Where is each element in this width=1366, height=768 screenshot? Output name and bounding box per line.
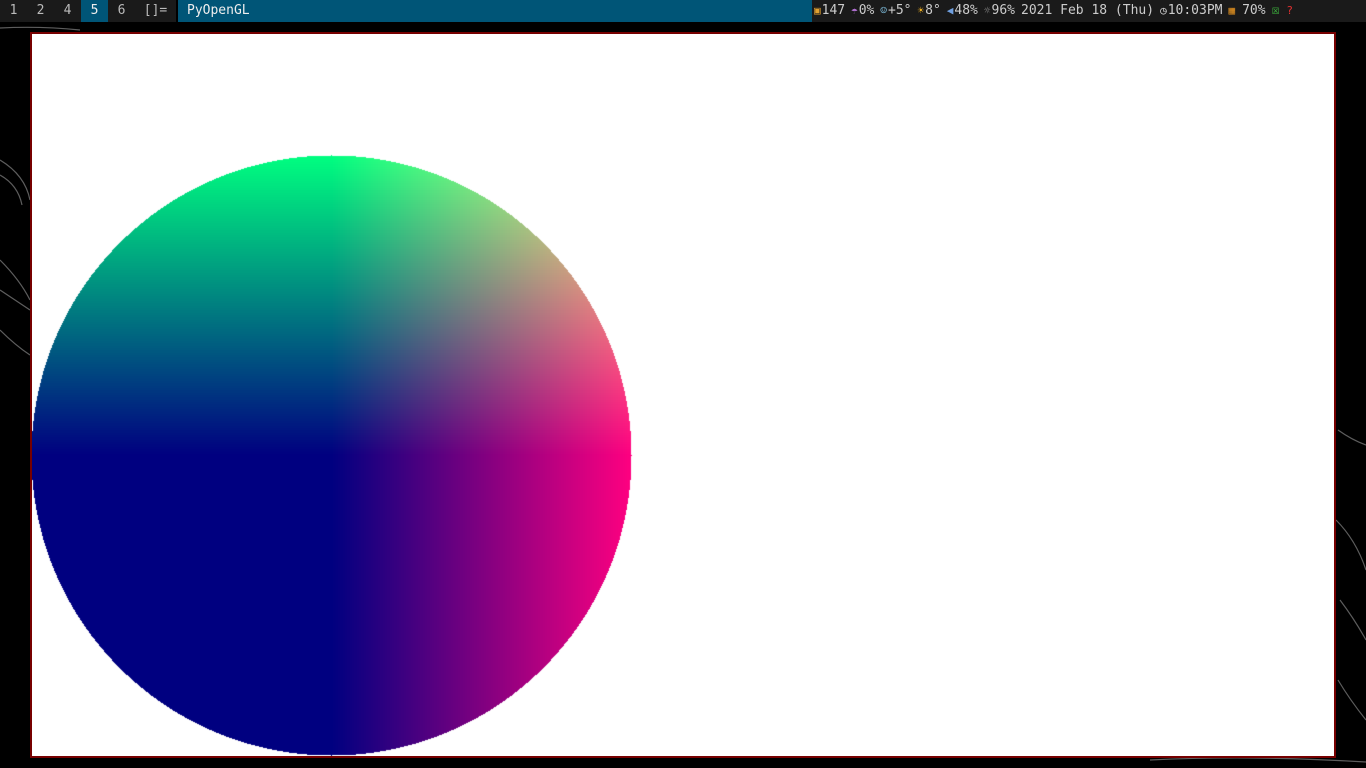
status-ok-indicator[interactable]: ☒ (1272, 0, 1281, 22)
help-indicator[interactable]: ? (1286, 0, 1294, 22)
weather-face-icon: ☺ (880, 4, 888, 17)
time-value: 10:03PM (1167, 3, 1223, 18)
window-title: PyOpenGL (178, 0, 812, 22)
tag-1[interactable]: 1 (0, 0, 27, 22)
rain-status: ☂ 0% (851, 0, 874, 22)
brightness-status[interactable]: ☼ 96% (984, 0, 1015, 22)
workspace-tags: 1 2 4 5 6 []= (0, 0, 176, 22)
packages-count: 147 (821, 3, 846, 18)
speaker-icon: ◀ (946, 4, 954, 17)
rain-value: 0% (858, 3, 875, 18)
wifi-signal-icon: ▦ (1228, 4, 1236, 17)
temperature-value: 8° (925, 3, 941, 18)
clock-icon: ◷ (1160, 4, 1167, 17)
date-value: 2021 Feb 18 (Thu) (1021, 3, 1155, 18)
time-status: ◷ 10:03PM (1160, 0, 1222, 22)
status-area: ▣ 147 ☂ 0% ☺ +5° ☀ 8° ◀ 48% ☼ 96% 2021 F… (812, 0, 1366, 22)
wifi-status[interactable]: ▦ 70% (1228, 0, 1265, 22)
gl-canvas[interactable] (32, 34, 1334, 756)
feels-like-status: ☺ +5° (880, 0, 911, 22)
brightness-value: 96% (991, 3, 1015, 18)
layout-indicator[interactable]: []= (135, 0, 176, 22)
umbrella-icon: ☂ (851, 4, 858, 17)
desktop: 1 2 4 5 6 []= PyOpenGL ▣ 147 ☂ 0% ☺ +5° (0, 0, 1366, 768)
date-status: 2021 Feb 18 (Thu) (1021, 0, 1154, 22)
temperature-status: ☀ 8° (918, 0, 941, 22)
packages-status: ▣ 147 (814, 0, 845, 22)
volume-value: 48% (954, 3, 978, 18)
wifi-value: 70% (1242, 3, 1266, 18)
tag-5[interactable]: 5 (81, 0, 108, 22)
question-icon: ? (1286, 4, 1294, 17)
tag-6[interactable]: 6 (108, 0, 135, 22)
sun-icon: ☀ (917, 4, 925, 17)
checkmark-box-icon: ☒ (1271, 3, 1280, 18)
package-icon: ▣ (814, 4, 821, 17)
top-bar: 1 2 4 5 6 []= PyOpenGL ▣ 147 ☂ 0% ☺ +5° (0, 0, 1366, 22)
tag-4[interactable]: 4 (54, 0, 81, 22)
pyopengl-window[interactable] (30, 32, 1336, 758)
brightness-icon: ☼ (983, 4, 991, 17)
feels-like-value: +5° (888, 3, 912, 18)
volume-status[interactable]: ◀ 48% (947, 0, 978, 22)
tag-2[interactable]: 2 (27, 0, 54, 22)
